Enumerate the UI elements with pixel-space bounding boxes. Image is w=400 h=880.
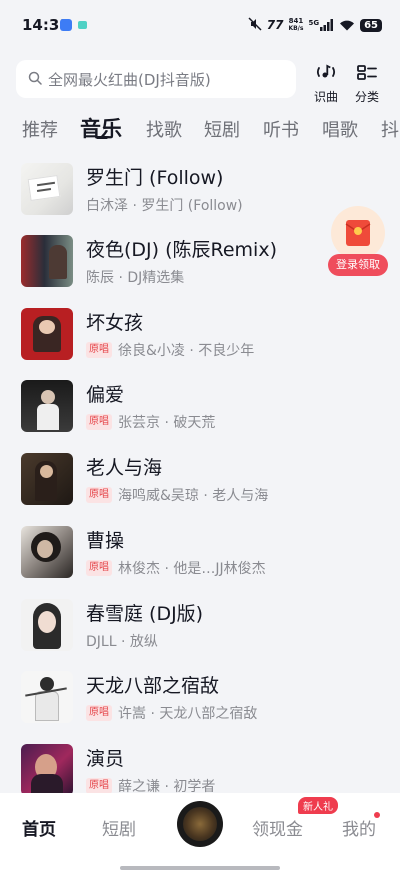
song-subtitle: DJLL · 放纵 (86, 631, 158, 651)
network-speed: 841 KB/s (288, 17, 303, 33)
signal-icon: 5G (308, 19, 334, 31)
song-artist-album: DJLL · 放纵 (86, 634, 158, 650)
nav-get-cash[interactable]: 领现金 (252, 815, 303, 840)
login-reward-widget[interactable]: 登录领取 (327, 206, 389, 276)
album-cover (21, 163, 73, 215)
song-title: 春雪庭 (DJ版) (86, 603, 204, 625)
album-cover (21, 671, 73, 723)
tab-douyin[interactable]: 抖 (381, 116, 399, 142)
now-playing-disc[interactable] (177, 801, 223, 847)
song-row[interactable]: 天龙八部之宿敌 原唱 许嵩 · 天龙八部之宿敌 (0, 661, 400, 731)
album-cover (21, 380, 73, 432)
album-cover (21, 235, 73, 287)
nav-home[interactable]: 首页 (22, 815, 56, 840)
identify-song-button[interactable]: 识曲 (308, 62, 344, 105)
login-reward-label: 登录领取 (328, 254, 388, 276)
song-title: 偏爱 (86, 384, 125, 406)
nav-short-drama[interactable]: 短剧 (102, 815, 136, 840)
home-indicator[interactable] (120, 866, 280, 870)
search-icon (28, 70, 42, 89)
original-badge: 原唱 (86, 705, 112, 721)
original-badge: 原唱 (86, 414, 112, 430)
song-artist-album: 陈辰 · DJ精选集 (86, 270, 185, 286)
battery-indicator: 65 (360, 18, 382, 32)
song-title: 天龙八部之宿敌 (86, 675, 220, 697)
identify-label: 识曲 (313, 90, 338, 104)
app-notification-icon (60, 19, 72, 31)
category-button[interactable]: 分类 (349, 62, 385, 105)
category-tabs: 推荐 音乐 找歌 短剧 听书 唱歌 抖 (0, 108, 400, 148)
tab-short-drama[interactable]: 短剧 (204, 116, 240, 142)
red-packet-icon (331, 206, 385, 260)
nfc-icon: 77 (266, 18, 284, 32)
tab-karaoke[interactable]: 唱歌 (322, 116, 358, 142)
song-subtitle: 原唱 徐良&小凌 · 不良少年 (86, 340, 254, 360)
category-grid-icon (356, 62, 378, 86)
status-indicators: 77 841 KB/s 5G 65 (248, 15, 382, 35)
album-cover (21, 744, 73, 796)
search-bar[interactable]: 全网最火红曲(DJ抖音版) (16, 60, 296, 98)
album-cover (21, 308, 73, 360)
album-cover (21, 599, 73, 651)
song-artist-album: 海鸣威&吴琼 · 老人与海 (118, 488, 269, 504)
status-bar: 14:31 77 841 KB/s 5G 65 (0, 0, 400, 50)
song-artist-album: 张芸京 · 破天荒 (118, 415, 216, 431)
song-artist-album: 许嵩 · 天龙八部之宿敌 (118, 706, 258, 722)
song-title: 演员 (86, 748, 125, 770)
mute-icon (248, 16, 262, 35)
network-type: 5G (308, 19, 320, 27)
song-artist-album: 林俊杰 · 他是…JJ林俊杰 (118, 561, 266, 577)
speed-value: 841 (288, 17, 304, 25)
search-placeholder: 全网最火红曲(DJ抖音版) (48, 70, 211, 89)
song-title: 夜色(DJ) (陈辰Remix) (86, 239, 277, 261)
tab-recommend[interactable]: 推荐 (22, 116, 58, 142)
original-badge: 原唱 (86, 342, 112, 358)
tab-find-song[interactable]: 找歌 (146, 116, 182, 142)
nav-mine[interactable]: 我的 (342, 815, 376, 840)
song-artist-album: 白沐泽 · 罗生门 (Follow) (86, 198, 243, 214)
wifi-icon (339, 16, 355, 35)
song-row[interactable]: 坏女孩 原唱 徐良&小凌 · 不良少年 (0, 298, 400, 368)
music-recognition-icon (315, 62, 337, 86)
song-title: 曹操 (86, 530, 125, 552)
active-tab-indicator (96, 136, 108, 139)
song-subtitle: 白沐泽 · 罗生门 (Follow) (86, 195, 243, 215)
tab-audiobook[interactable]: 听书 (263, 116, 299, 142)
album-cover (21, 526, 73, 578)
song-subtitle: 原唱 张芸京 · 破天荒 (86, 412, 215, 432)
original-badge: 原唱 (86, 487, 112, 503)
song-title: 老人与海 (86, 457, 163, 479)
song-title: 罗生门 (Follow) (86, 167, 224, 189)
new-user-gift-badge: 新人礼 (298, 797, 338, 814)
album-cover (21, 453, 73, 505)
category-label: 分类 (354, 90, 379, 104)
speed-unit: KB/s (288, 25, 304, 32)
original-badge: 原唱 (86, 560, 112, 576)
song-row[interactable]: 老人与海 原唱 海鸣威&吴琼 · 老人与海 (0, 443, 400, 513)
song-subtitle: 陈辰 · DJ精选集 (86, 267, 184, 287)
song-subtitle: 原唱 林俊杰 · 他是…JJ林俊杰 (86, 558, 266, 578)
notification-dot (374, 812, 380, 818)
original-badge: 原唱 (86, 778, 112, 794)
song-row[interactable]: 偏爱 原唱 张芸京 · 破天荒 (0, 370, 400, 440)
song-title: 坏女孩 (86, 312, 144, 334)
song-subtitle: 原唱 海鸣威&吴琼 · 老人与海 (86, 485, 268, 505)
song-subtitle: 原唱 许嵩 · 天龙八部之宿敌 (86, 703, 257, 723)
song-artist-album: 徐良&小凌 · 不良少年 (118, 343, 255, 359)
chat-notification-icon (78, 21, 87, 29)
song-row[interactable]: 春雪庭 (DJ版) DJLL · 放纵 (0, 589, 400, 659)
song-row[interactable]: 曹操 原唱 林俊杰 · 他是…JJ林俊杰 (0, 516, 400, 586)
